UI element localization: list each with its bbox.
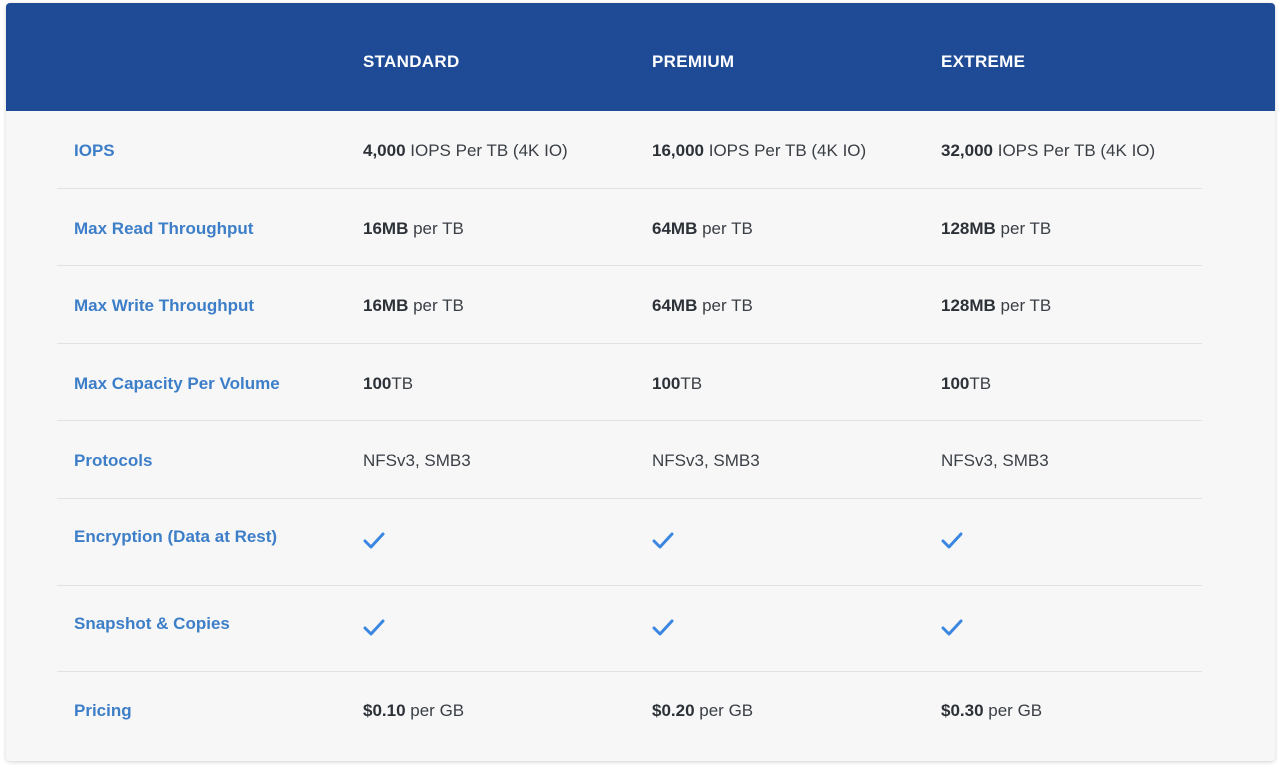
table-cell — [941, 531, 963, 554]
cell-unit: per GB — [983, 701, 1043, 720]
cell-unit: TB — [391, 374, 414, 393]
row-label: Max Write Throughput — [74, 296, 255, 315]
cell-unit: per TB — [697, 219, 753, 238]
check-icon — [363, 532, 385, 553]
table-cell: $0.10 per GB — [363, 701, 464, 721]
row-label: Snapshot & Copies — [74, 614, 230, 633]
table-row: Max Write Throughput 16MB per TB 64MB per … — [57, 266, 1202, 344]
check-icon — [363, 619, 385, 640]
table-row: Encryption (Data at Rest) — [57, 499, 1202, 586]
cell-value: 32,000 — [941, 141, 993, 160]
table-cell: 64MB per TB — [652, 296, 753, 316]
cell-value: 128MB — [941, 296, 996, 315]
cell-unit: NFSv3, SMB3 — [941, 451, 1049, 470]
cell-value: $0.20 — [652, 701, 695, 720]
cell-unit: per TB — [697, 296, 753, 315]
table-cell: NFSv3, SMB3 — [941, 451, 1049, 471]
table-cell: 128MB per TB — [941, 296, 1051, 316]
row-label: IOPS — [74, 141, 115, 160]
cell-unit: IOPS Per TB (4K IO) — [704, 141, 867, 160]
cell-unit: IOPS Per TB (4K IO) — [405, 141, 568, 160]
table-row: Max Read Throughput 16MB per TB 64MB per T… — [57, 189, 1202, 266]
row-label: Encryption (Data at Rest) — [74, 527, 278, 546]
cell-value: 100 — [363, 374, 392, 393]
cell-value: 16MB — [363, 219, 409, 238]
row-label: Max Read Throughput — [74, 219, 254, 238]
table-cell: 64MB per TB — [652, 219, 753, 239]
table-row: Max Capacity Per Volume 100TB 100TB 100TB — [57, 344, 1202, 421]
cell-value: 16MB — [363, 296, 409, 315]
cell-value: 4,000 — [363, 141, 406, 160]
cell-value: 100 — [652, 374, 681, 393]
table-cell: $0.30 per GB — [941, 701, 1042, 721]
cell-value: 64MB — [652, 296, 698, 315]
cell-unit: TB — [680, 374, 703, 393]
cell-value: $0.30 — [941, 701, 984, 720]
check-icon — [652, 532, 674, 553]
cell-value: 100 — [941, 374, 970, 393]
table-cell: 100TB — [941, 374, 991, 394]
tier-header-standard: STANDARD — [363, 52, 460, 71]
cell-unit: per GB — [405, 701, 465, 720]
cell-value: 16,000 — [652, 141, 704, 160]
tier-header-extreme: EXTREME — [941, 52, 1026, 71]
table-cell: 16,000 IOPS Per TB (4K IO) — [652, 141, 866, 161]
cell-unit: per TB — [408, 219, 464, 238]
table-cell: 16MB per TB — [363, 219, 464, 239]
cell-value: $0.10 — [363, 701, 406, 720]
table-cell: 128MB per TB — [941, 219, 1051, 239]
cell-unit: IOPS Per TB (4K IO) — [993, 141, 1156, 160]
table-cell — [363, 531, 385, 554]
check-icon — [941, 532, 963, 553]
table-cell: 100TB — [652, 374, 702, 394]
table-cell — [652, 531, 674, 554]
table-cell: NFSv3, SMB3 — [652, 451, 760, 471]
table-cell: 16MB per TB — [363, 296, 464, 316]
table-cell: NFSv3, SMB3 — [363, 451, 471, 471]
row-label: Protocols — [74, 451, 153, 470]
cell-value: 64MB — [652, 219, 698, 238]
table-row: IOPS 4,000 IOPS Per TB (4K IO) 16,000 IOPS… — [57, 111, 1202, 189]
row-label: Max Capacity Per Volume — [74, 374, 280, 393]
cell-unit: per GB — [694, 701, 754, 720]
cell-unit: per TB — [995, 296, 1052, 315]
pricing-comparison-table: STANDARD PREMIUM EXTREME IOPS 4,000 IOPS … — [6, 3, 1275, 761]
table-cell — [363, 618, 385, 641]
row-label: Pricing — [74, 701, 132, 720]
table-cell: 4,000 IOPS Per TB (4K IO) — [363, 141, 568, 161]
check-icon — [941, 619, 963, 640]
cell-unit: per TB — [995, 219, 1052, 238]
table-cell: 32,000 IOPS Per TB (4K IO) — [941, 141, 1155, 161]
cell-unit: TB — [969, 374, 992, 393]
table-cell: 100TB — [363, 374, 413, 394]
table-body: IOPS 4,000 IOPS Per TB (4K IO) 16,000 IOPS… — [57, 111, 1202, 752]
table-row: Snapshot & Copies — [57, 586, 1202, 672]
cell-unit: NFSv3, SMB3 — [363, 451, 471, 470]
table-cell: $0.20 per GB — [652, 701, 753, 721]
cell-unit: NFSv3, SMB3 — [652, 451, 760, 470]
table-row: Protocols NFSv3, SMB3 NFSv3, SMB3 NFSv3, SM… — [57, 421, 1202, 499]
cell-value: 128MB — [941, 219, 996, 238]
table-header: STANDARD PREMIUM EXTREME — [6, 3, 1275, 111]
table-row: Pricing $0.10 per GB $0.20 per GB $0.30 per… — [57, 672, 1202, 752]
table-cell — [652, 618, 674, 641]
check-icon — [652, 619, 674, 640]
cell-unit: per TB — [408, 296, 464, 315]
table-cell — [941, 618, 963, 641]
tier-header-premium: PREMIUM — [652, 52, 735, 71]
